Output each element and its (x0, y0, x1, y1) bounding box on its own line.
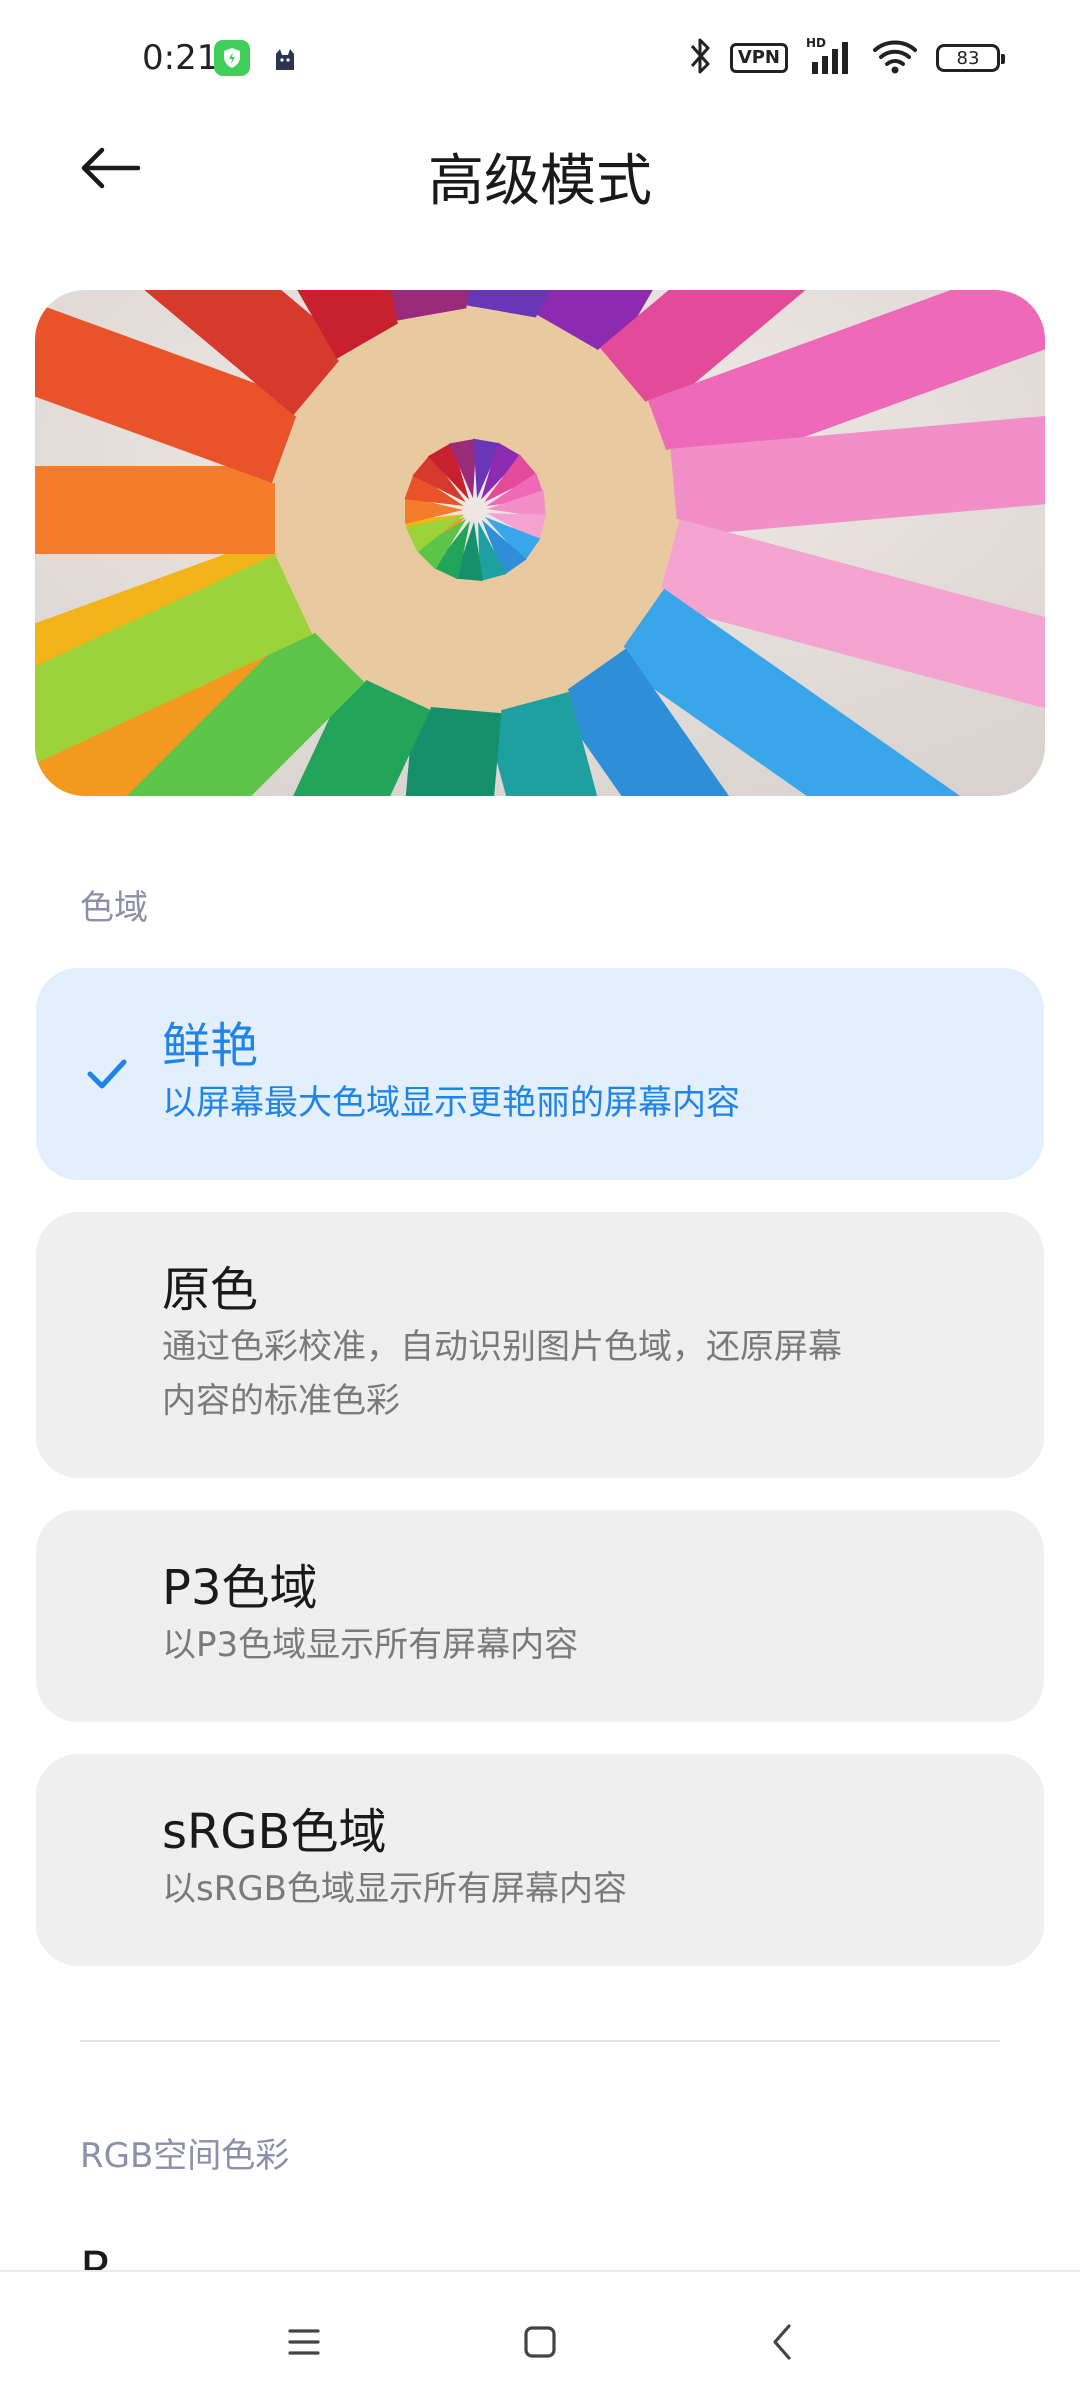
home-button[interactable] (510, 2314, 570, 2374)
vpn-icon: VPN (729, 43, 788, 73)
section-divider (80, 2040, 1000, 2042)
bluetooth-icon (688, 36, 712, 80)
back-chevron-icon (767, 2322, 797, 2366)
option-desc-line-2: 内容的标准色彩 (162, 1381, 400, 1421)
battery-icon: 83 (936, 44, 1005, 72)
page-title: 高级模式 (428, 149, 652, 214)
cat-app-icon (272, 46, 298, 72)
menu-button[interactable] (274, 2314, 334, 2374)
wifi-icon (872, 36, 918, 80)
navigation-bar (0, 2270, 1080, 2402)
rgb-item-r[interactable]: R (80, 2240, 113, 2274)
shield-app-icon (214, 40, 250, 76)
status-bar: 0:21 VPN HD 83 (0, 0, 1080, 120)
option-desc-line-1: 通过色彩校准，自动识别图片色域，还原屏幕 (162, 1327, 842, 1367)
option-original[interactable]: 原色 通过色彩校准，自动识别图片色域，还原屏幕 内容的标准色彩 (36, 1212, 1044, 1478)
option-title: 鲜艳 (162, 1018, 259, 1074)
option-title: sRGB色域 (162, 1804, 387, 1860)
svg-text:HD: HD (806, 36, 826, 50)
option-p3[interactable]: P3色域 以P3色域显示所有屏幕内容 (36, 1510, 1044, 1722)
signal-hd-icon: HD (806, 36, 854, 80)
option-desc: 以sRGB色域显示所有屏幕内容 (162, 1869, 628, 1909)
section-header-rgb: RGB空间色彩 (80, 2136, 290, 2176)
section-header-gamut: 色域 (80, 888, 148, 928)
nav-back-button[interactable] (752, 2314, 812, 2374)
home-icon (522, 2324, 558, 2364)
status-time: 0:21 (142, 38, 219, 78)
option-title: P3色域 (162, 1560, 318, 1616)
option-title: 原色 (162, 1262, 259, 1318)
option-vivid[interactable]: 鲜艳 以屏幕最大色域显示更艳丽的屏幕内容 (36, 968, 1044, 1180)
check-icon (84, 968, 130, 1180)
colored-pencils-photo (35, 290, 1045, 796)
option-desc: 以P3色域显示所有屏幕内容 (162, 1625, 579, 1665)
status-icons: VPN HD 83 (688, 36, 1005, 80)
menu-icon (286, 2326, 322, 2362)
option-desc: 以屏幕最大色域显示更艳丽的屏幕内容 (162, 1083, 740, 1123)
option-srgb[interactable]: sRGB色域 以sRGB色域显示所有屏幕内容 (36, 1754, 1044, 1966)
